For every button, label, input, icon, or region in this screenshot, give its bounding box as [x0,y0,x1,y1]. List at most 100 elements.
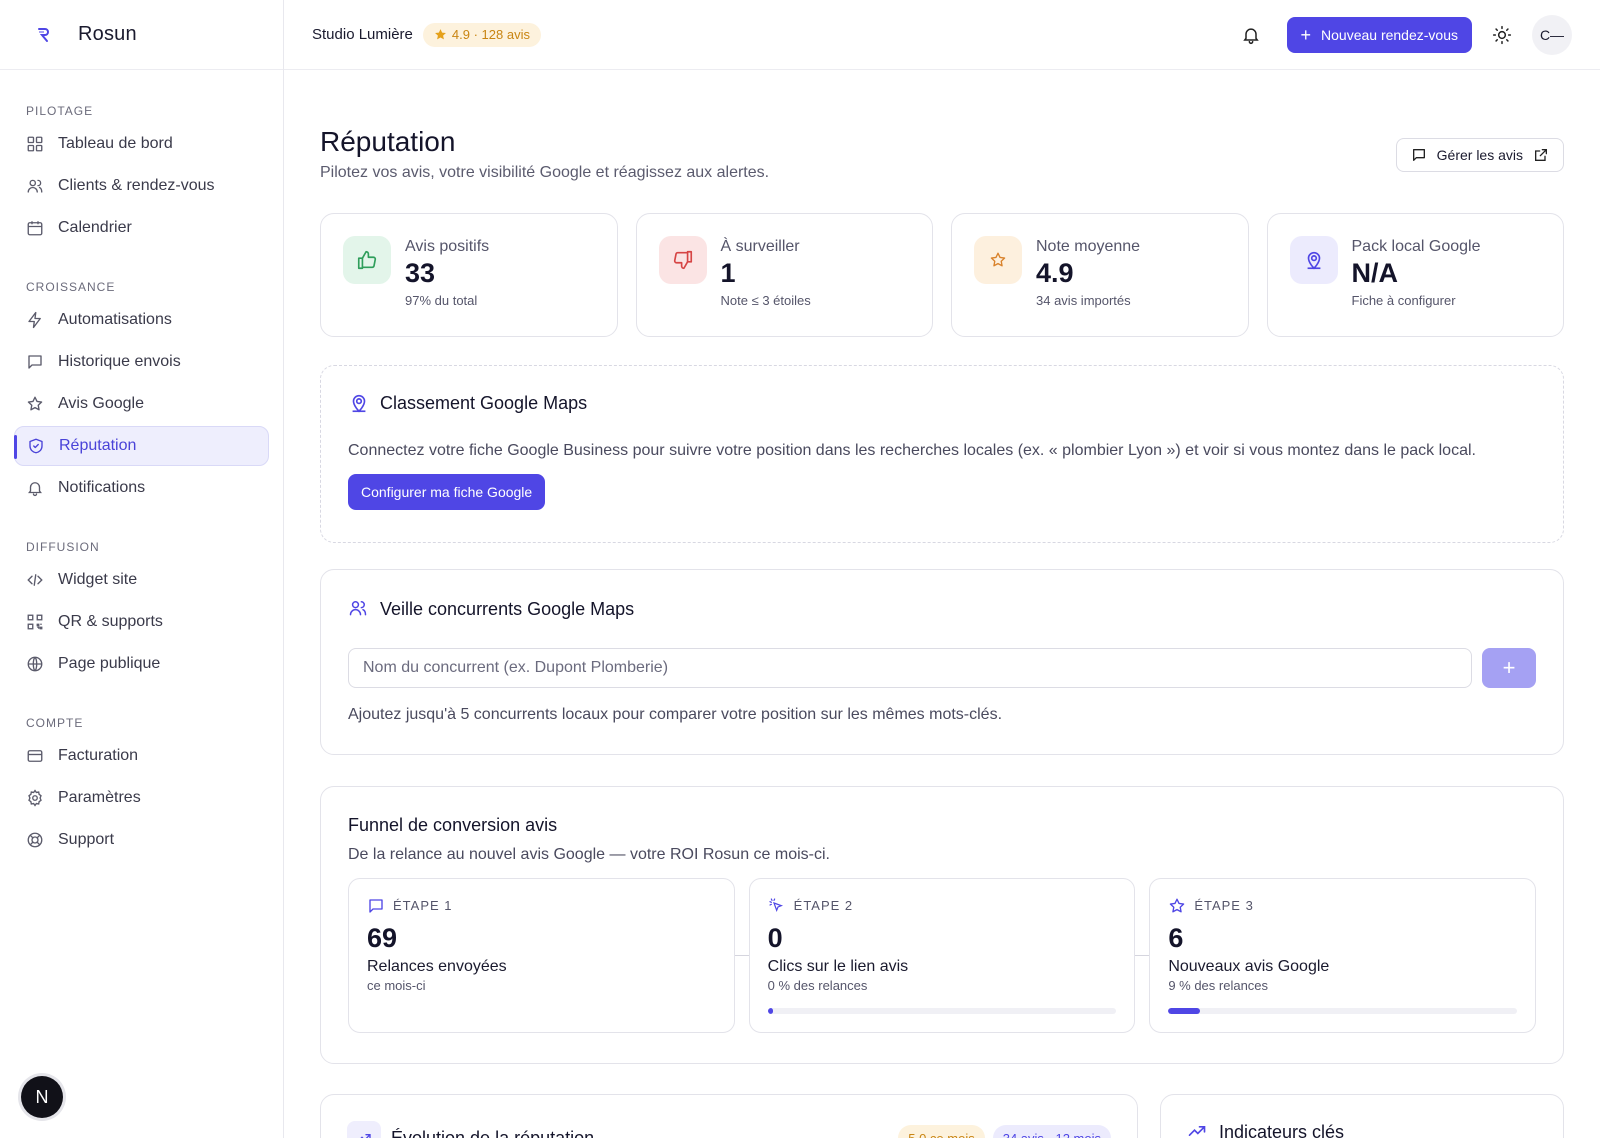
bell-icon[interactable] [1241,25,1261,45]
sidebar-item-label: Automatisations [58,311,172,328]
stat-value: 33 [405,258,436,288]
page-subtitle: Pilotez vos avis, votre visibilité Googl… [320,164,770,181]
evolution-header: Évolution de la réputation 5.0 ce mois 3… [347,1121,1111,1138]
sidebar-item-label: Calendrier [58,219,132,236]
rating-badge: 4.9 · 128 avis [422,22,541,47]
n-badge[interactable]: N [21,1076,63,1118]
stat-label: Pack local Google [1351,238,1481,255]
stat-card: Pack local Google N/A Fiche à configurer [1266,213,1564,337]
message-icon [26,353,44,371]
step-connector [1135,955,1150,956]
veille-title: Veille concurrents Google Maps [380,598,635,619]
manage-reviews-label: Gérer les avis [1436,147,1523,163]
thumbs-down-icon [658,236,707,284]
sidebar-item-label: Support [58,831,115,848]
stat-subtext: Note ≤ 3 étoiles [720,293,811,308]
step-progress-fill [1168,1008,1200,1014]
sidebar-item-historique-envois[interactable]: Historique envois [14,342,269,382]
nav-section-title: DIFFUSION [26,540,100,554]
sidebar-item-avis-google[interactable]: Avis Google [14,384,269,424]
new-appointment-label: Nouveau rendez-vous [1321,27,1458,43]
funnel-steps: ÉTAPE 1 69 Relances envoyées ce mois-ci ÉTAP… [348,878,1537,1033]
sidebar-item-reputation[interactable]: Réputation [14,426,269,466]
step-label-text: ÉTAPE 3 [1194,897,1254,913]
star-icon [1168,897,1185,913]
lifebuoy-icon [26,831,44,849]
sidebar-item-label: Widget site [58,571,138,588]
sidebar-item-qr-supports[interactable]: QR & supports [14,602,269,642]
gear-icon [26,789,44,807]
manage-reviews-button[interactable]: Gérer les avis [1395,138,1564,172]
new-appointment-button[interactable]: + Nouveau rendez-vous [1286,17,1472,53]
users-icon [348,598,370,620]
qr-icon [26,613,44,631]
sidebar-item-label: Avis Google [58,395,144,412]
sidebar-item-label: Page publique [58,655,161,672]
globe-icon [26,655,44,673]
stat-card: À surveiller 1 Note ≤ 3 étoiles [635,213,933,337]
calendar-icon [26,219,44,237]
stat-body: Note moyenne 4.9 34 avis importés [1036,236,1140,314]
kpi-title: Indicateurs clés [1219,1121,1345,1138]
sidebar-item-support[interactable]: Support [14,820,269,860]
message-icon [367,897,383,913]
sidebar-item-clients-rendez-vous[interactable]: Clients & rendez-vous [14,166,269,206]
thumbs-up-icon [343,236,391,284]
stat-subtext: 97% du total [405,293,478,308]
sidebar-item-tableau-de-bord[interactable]: Tableau de bord [14,124,269,164]
step-name: Nouveaux avis Google [1168,958,1330,975]
funnel-step: ÉTAPE 3 6 Nouveaux avis Google 9 % des rela… [1149,878,1537,1033]
plus-icon: + [1300,25,1312,45]
stat-body: Pack local Google N/A Fiche à configurer [1352,236,1481,314]
step-note: ce mois-ci [367,978,426,993]
sun-icon[interactable] [1492,25,1512,45]
users-icon [26,177,44,195]
veille-help-text: Ajoutez jusqu'à 5 concurrents locaux pou… [348,706,1003,723]
maps-ranking-card: Classement Google Maps Connectez votre f… [320,365,1564,543]
shield-icon [27,437,45,455]
add-competitor-button[interactable]: + [1482,648,1536,688]
sidebar: Rosun PILOTAGE Tableau de bord Clients & r… [0,0,284,1138]
sidebar-item-label: Facturation [58,747,139,764]
topbar-actions: + Nouveau rendez-vous C— [1241,0,1572,70]
nav-section-title: COMPTE [26,716,84,730]
card-icon [26,747,44,765]
stat-label: Avis positifs [405,238,490,255]
brand[interactable]: Rosun [0,0,283,70]
sidebar-item-notifications[interactable]: Notifications [14,468,269,508]
step-name: Clics sur le lien avis [767,958,909,975]
competitor-input[interactable] [348,648,1472,688]
maps-description: Connectez votre fiche Google Business po… [348,442,1476,459]
step-note: 9 % des relances [1168,978,1269,993]
sidebar-item-automatisations[interactable]: Automatisations [14,300,269,340]
chip-rating: 5.0 ce mois [898,1125,985,1138]
stat-card: Note moyenne 4.9 34 avis importés [951,213,1249,337]
message-icon [1411,147,1427,163]
studio-name[interactable]: Studio Lumière [312,26,413,43]
nav-section-title: PILOTAGE [26,104,94,118]
brand-name: Rosun [78,23,137,45]
funnel-step: ÉTAPE 2 0 Clics sur le lien avis 0 % des re… [748,878,1136,1033]
step-label-text: ÉTAPE 2 [793,897,854,913]
stat-label: À surveiller [720,238,800,255]
sidebar-item-label: QR & supports [58,613,163,630]
sidebar-item-label: Tableau de bord [58,135,173,152]
step-connector [734,955,749,956]
stat-subtext: Fiche à configurer [1351,293,1456,308]
bolt-icon [26,311,44,329]
sidebar-item-widget-site[interactable]: Widget site [14,560,269,600]
sidebar-item-parametres[interactable]: Paramètres [14,778,269,818]
code-icon [26,571,44,589]
sidebar-item-page-publique[interactable]: Page publique [14,644,269,684]
stat-body: À surveiller 1 Note ≤ 3 étoiles [721,236,811,314]
sidebar-item-facturation[interactable]: Facturation [14,736,269,776]
stat-value: 1 [720,258,736,288]
avatar[interactable]: C— [1532,15,1572,55]
stat-value: N/A [1351,258,1399,288]
sidebar-item-calendrier[interactable]: Calendrier [14,208,269,248]
stat-body: Avis positifs 33 97% du total [405,236,489,314]
stat-label: Note moyenne [1036,238,1141,255]
topbar: Studio Lumière 4.9 · 128 avis + Nouveau … [284,0,1600,70]
step-label: ÉTAPE 2 [768,897,1117,913]
configure-google-button[interactable]: Configurer ma fiche Google [348,474,546,510]
